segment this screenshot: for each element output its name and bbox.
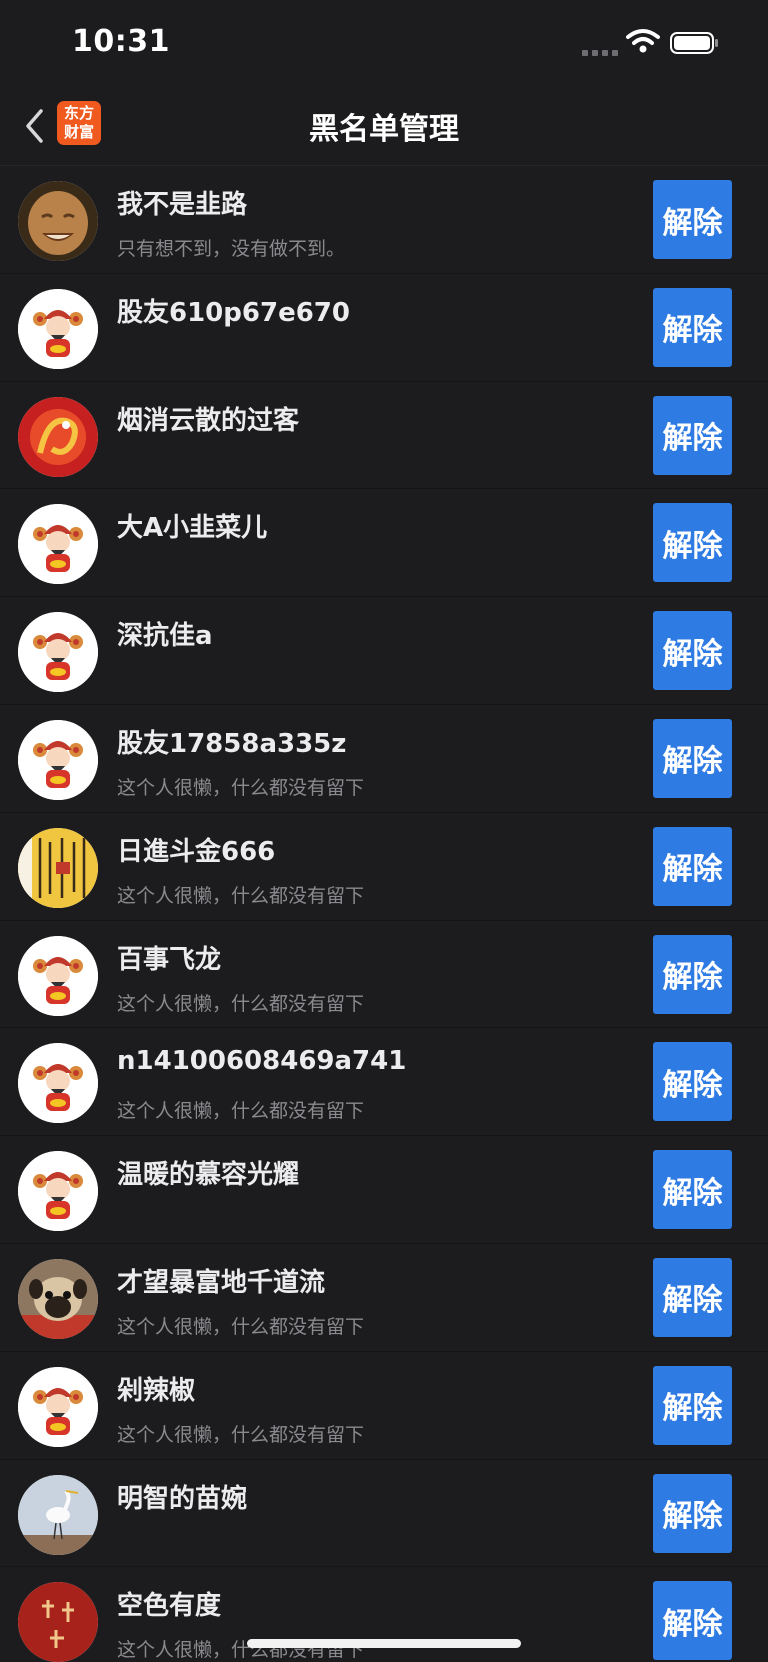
list-item[interactable]: 日進斗金666 这个人很懒，什么都没有留下 解除: [0, 813, 768, 921]
user-name: 百事飞龙: [117, 944, 222, 975]
user-name: 深抗佳a: [117, 621, 213, 652]
user-name: 我不是韭路: [117, 190, 248, 220]
user-name: 股友610p67e670: [117, 297, 350, 328]
unblock-button[interactable]: 解除: [653, 1581, 732, 1661]
unblock-button[interactable]: 解除: [653, 503, 732, 583]
user-name: 空色有度: [117, 1591, 222, 1622]
avatar[interactable]: [18, 396, 98, 477]
user-name: n14100608469a741: [117, 1046, 407, 1077]
user-signature: 这个人很懒，什么都没有留下: [117, 1423, 365, 1446]
unblock-button[interactable]: 解除: [653, 287, 732, 367]
avatar[interactable]: [18, 935, 98, 1016]
user-name: 剁辣椒: [117, 1375, 196, 1406]
signal-icon: [582, 50, 618, 56]
list-item[interactable]: 烟消云散的过客 解除: [0, 382, 768, 490]
list-item[interactable]: 股友17858a335z 这个人很懒，什么都没有留下 解除: [0, 705, 768, 813]
user-name: 日進斗金666: [117, 836, 276, 867]
list-item[interactable]: 大A小韭菜儿 解除: [0, 489, 768, 598]
list-item[interactable]: n14100608469a741 这个人很懒，什么都没有留下 解除: [0, 1028, 768, 1137]
list-item[interactable]: 才望暴富地千道流这个人很懒，什么都没有留下 解除: [0, 1244, 768, 1352]
unblock-button[interactable]: 解除: [653, 1473, 732, 1553]
list-item[interactable]: 明智的苗婉 解除: [0, 1460, 768, 1568]
user-signature: 这个人很懒，什么都没有留下: [117, 884, 365, 907]
avatar[interactable]: [18, 1043, 98, 1124]
status-bar: 10:31: [0, 0, 768, 88]
avatar[interactable]: [18, 1258, 98, 1339]
home-indicator: [247, 1639, 521, 1648]
unblock-button[interactable]: 解除: [653, 718, 732, 798]
unblock-button[interactable]: 解除: [653, 1257, 732, 1337]
avatar[interactable]: [18, 504, 98, 585]
unblock-button[interactable]: 解除: [653, 826, 732, 906]
status-time: 10:31: [72, 24, 170, 59]
unblock-button[interactable]: 解除: [653, 180, 732, 259]
list-item[interactable]: 剁辣椒这个人很懒，什么都没有留下 解除: [0, 1352, 768, 1460]
user-signature: 只有想不到，没有做不到。: [117, 238, 346, 260]
user-name: 大A小韭菜儿: [117, 513, 268, 544]
nav-bar: 东方 财富 黑名单管理: [0, 88, 768, 166]
page-title: 黑名单管理: [309, 112, 459, 147]
list-item[interactable]: 温暖的慕容光耀 解除: [0, 1136, 768, 1244]
blacklist: 我不是韭路 只有想不到，没有做不到。 解除 股友610p67e670 解除 烟消云散的过客…: [0, 166, 768, 1662]
list-item[interactable]: 百事飞龙这个人很懒，什么都没有留下 解除: [0, 921, 768, 1029]
unblock-button[interactable]: 解除: [653, 934, 732, 1014]
user-signature: 这个人很懒，什么都没有留下: [117, 776, 365, 799]
user-signature: 这个人很懒，什么都没有留下: [117, 1100, 365, 1123]
list-item[interactable]: 深抗佳a 解除: [0, 597, 768, 705]
unblock-button[interactable]: 解除: [653, 1042, 732, 1122]
unblock-button[interactable]: 解除: [653, 1150, 732, 1230]
avatar[interactable]: [18, 719, 98, 800]
list-item[interactable]: 股友610p67e670 解除: [0, 274, 768, 382]
user-name: 股友17858a335z: [117, 728, 347, 759]
avatar[interactable]: [18, 288, 98, 369]
user-signature: 这个人很懒，什么都没有留下: [117, 1315, 365, 1338]
user-name: 烟消云散的过客: [117, 405, 300, 436]
avatar[interactable]: [18, 1366, 98, 1447]
list-item[interactable]: 我不是韭路只有想不到，没有做不到。 解除: [0, 166, 768, 274]
user-name: 才望暴富地千道流: [117, 1267, 326, 1298]
avatar[interactable]: [18, 612, 98, 693]
user-signature: 这个人很懒，什么都没有留下: [117, 992, 365, 1015]
avatar[interactable]: [18, 1582, 98, 1662]
avatar[interactable]: [18, 827, 98, 908]
user-name: 温暖的慕容光耀: [117, 1160, 300, 1191]
wifi-icon: [626, 29, 660, 53]
unblock-button[interactable]: 解除: [653, 1365, 732, 1445]
unblock-button[interactable]: 解除: [653, 611, 732, 691]
unblock-button[interactable]: 解除: [653, 395, 732, 475]
avatar[interactable]: [18, 1474, 98, 1555]
avatar[interactable]: [18, 181, 98, 261]
battery-icon: [670, 32, 718, 54]
avatar[interactable]: [18, 1151, 98, 1232]
user-name: 明智的苗婉: [117, 1483, 248, 1514]
